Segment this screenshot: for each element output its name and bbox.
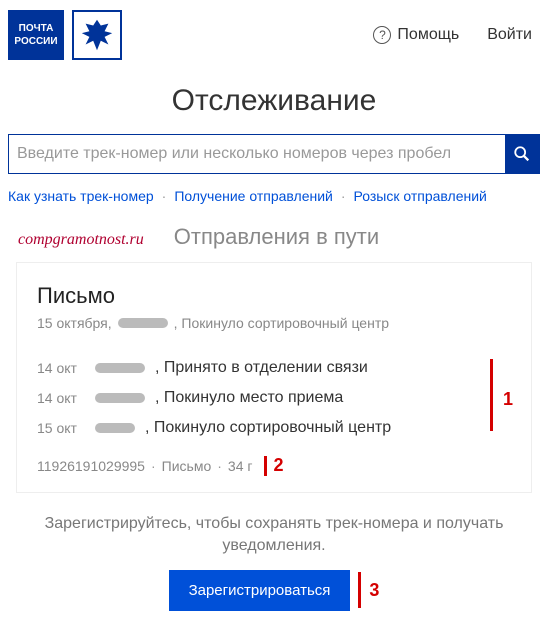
annotation-bar-1 xyxy=(490,359,493,431)
promo-text: Зарегистрируйтесь, чтобы сохранять трек-… xyxy=(0,493,548,570)
shipment-card: Письмо 15 октября, , Покинуло сортировоч… xyxy=(16,262,532,493)
help-links-row: Как узнать трек-номер · Получение отправ… xyxy=(0,184,548,218)
separator-dot: · xyxy=(217,458,222,474)
logo-emblem[interactable] xyxy=(72,10,122,60)
link-how-track[interactable]: Как узнать трек-номер xyxy=(8,188,154,204)
redacted-box xyxy=(95,363,145,373)
meta-row: 11926191029995 · Письмо · 34 г 2 xyxy=(37,455,511,476)
register-row: Зарегистрироваться 3 xyxy=(0,570,548,629)
login-link[interactable]: Войти xyxy=(487,26,532,44)
search-box xyxy=(8,134,540,174)
timeline-text: , Покинуло место приема xyxy=(155,389,343,407)
track-number: 11926191029995 xyxy=(37,458,145,474)
logo-line1: ПОЧТА xyxy=(19,22,54,35)
subtitle-tail: , Покинуло сортировочный центр xyxy=(174,315,389,331)
meta-type: Письмо xyxy=(162,458,212,474)
watermark-text: compgramotnost.ru xyxy=(18,231,144,249)
help-label: Помощь xyxy=(397,26,459,44)
link-search-shipment[interactable]: Розыск отправлений xyxy=(354,188,487,204)
register-button[interactable]: Зарегистрироваться xyxy=(169,570,351,611)
eagle-icon xyxy=(78,16,116,54)
item-subtitle: 15 октября, , Покинуло сортировочный цен… xyxy=(37,315,511,331)
timeline: 14 окт , Принято в отделении связи 14 ок… xyxy=(37,359,511,437)
search-icon xyxy=(513,145,531,163)
redacted-box xyxy=(95,393,145,403)
separator-dot: · xyxy=(151,458,156,474)
help-link[interactable]: ? Помощь xyxy=(373,26,459,44)
separator-dot: · xyxy=(162,188,167,204)
search-input[interactable] xyxy=(9,135,505,173)
timeline-row: 14 окт , Принято в отделении связи xyxy=(37,359,471,377)
logo-line2: РОССИИ xyxy=(14,35,57,48)
annotation-number-3: 3 xyxy=(369,580,379,601)
annotation-number-2: 2 xyxy=(273,455,283,476)
timeline-date: 14 окт xyxy=(37,390,85,406)
search-button[interactable] xyxy=(505,135,539,173)
help-icon: ? xyxy=(373,26,391,44)
redacted-box xyxy=(95,423,135,433)
header: ПОЧТА РОССИИ ? Помощь Войти xyxy=(0,0,548,70)
annotation-bar-3 xyxy=(358,572,361,608)
meta-weight: 34 г xyxy=(228,458,253,474)
subtitle-date: 15 октября, xyxy=(37,315,112,331)
section-title: Отправления в пути xyxy=(174,224,379,250)
page-title: Отслеживание xyxy=(0,84,548,118)
timeline-date: 14 окт xyxy=(37,360,85,376)
timeline-date: 15 окт xyxy=(37,420,85,436)
timeline-row: 14 окт , Покинуло место приема xyxy=(37,389,471,407)
timeline-text: , Покинуло сортировочный центр xyxy=(145,419,391,437)
annotation-bar-2 xyxy=(264,456,267,476)
logo-text[interactable]: ПОЧТА РОССИИ xyxy=(8,10,64,60)
separator-dot: · xyxy=(341,188,346,204)
link-receive[interactable]: Получение отправлений xyxy=(174,188,333,204)
item-title: Письмо xyxy=(37,283,511,309)
timeline-text: , Принято в отделении связи xyxy=(155,359,368,377)
timeline-row: 15 окт , Покинуло сортировочный центр xyxy=(37,419,471,437)
redacted-box xyxy=(118,318,168,328)
sub-header: compgramotnost.ru Отправления в пути xyxy=(0,218,548,262)
annotation-number-1: 1 xyxy=(503,389,513,410)
